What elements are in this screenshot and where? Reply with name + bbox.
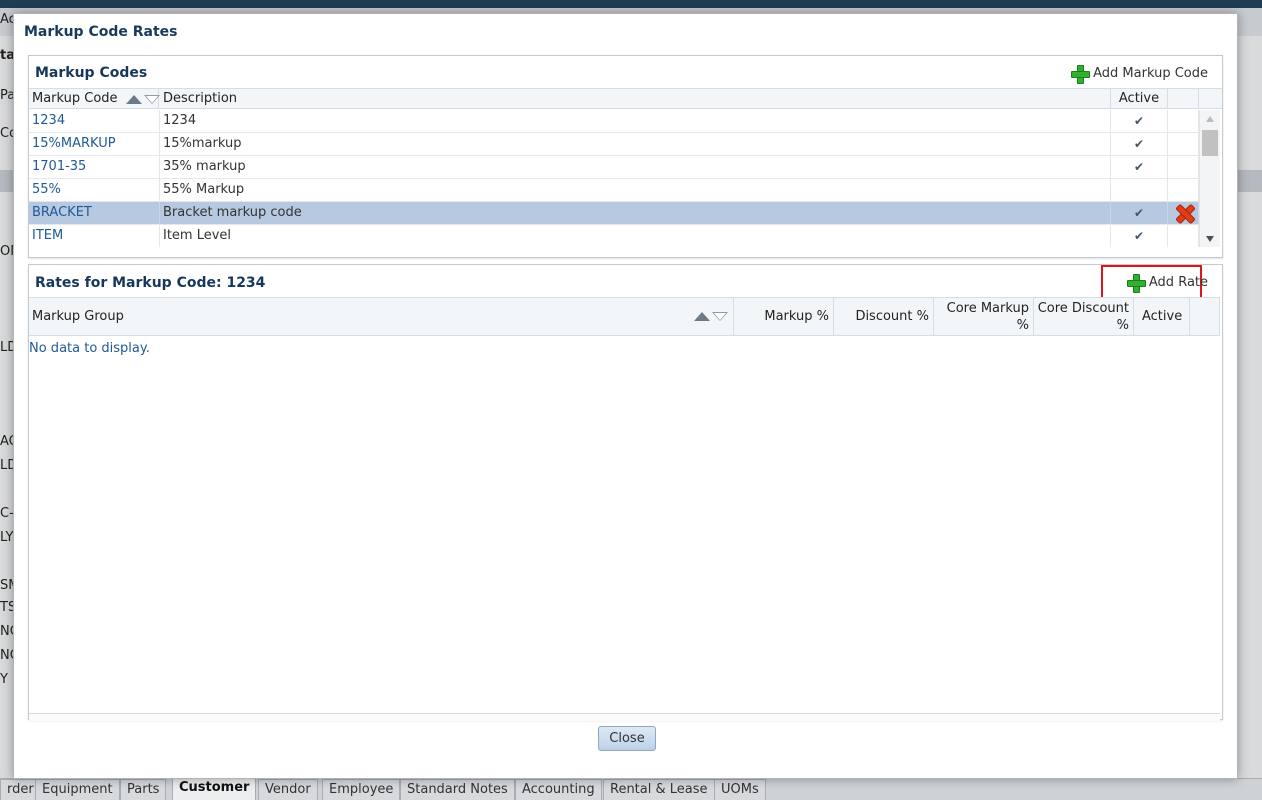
tab-uoms[interactable]: UOMs [714,779,766,800]
empty-rates-message: No data to display. [29,341,150,356]
markup-code-active-cell: ✔ [1111,133,1168,155]
markup-code-description: Item Level [160,225,1111,247]
markup-codes-panel: Markup Codes Add Markup Code Markup Code… [28,55,1223,258]
scroll-down-icon[interactable] [1206,236,1214,242]
tab-parts[interactable]: Parts [120,779,167,800]
tab-rental-lease[interactable]: Rental & Lease [603,779,715,800]
checkmark-icon: ✔ [1133,137,1145,151]
column-header-discount-percent[interactable]: Discount % [834,298,934,336]
rates-table-footer [29,713,1220,721]
markup-code-active-cell: ✔ [1111,202,1168,224]
dialog-title: Markup Code Rates [24,24,178,40]
column-header-markup-group[interactable]: Markup Group [29,298,734,336]
markup-code-actions-cell [1168,156,1199,178]
markup-code-active-cell: ✔ [1111,225,1168,247]
column-header-rate-actions [1190,298,1220,336]
tab-standard-notes[interactable]: Standard Notes [400,779,515,800]
sort-arrows-icon[interactable] [694,310,728,322]
markup-code-row[interactable]: BRACKET Bracket markup code ✔ [29,202,1199,225]
column-header-markup-percent[interactable]: Markup % [734,298,834,336]
checkmark-icon: ✔ [1133,206,1145,220]
markup-code-actions-cell [1168,179,1199,201]
background-right-band [1238,170,1262,192]
column-header-active[interactable]: Active [1111,89,1168,109]
markup-code-actions-cell [1168,225,1199,247]
markup-code-description: 55% Markup [160,179,1111,201]
tab-accounting[interactable]: Accounting [515,779,602,800]
column-header-markup-code[interactable]: Markup Code [29,89,160,109]
column-header-core-discount-percent[interactable]: Core Discount % [1034,298,1134,336]
markup-code-link[interactable]: 55% [29,179,160,201]
tab-employee[interactable]: Employee [322,779,401,800]
plus-icon [1071,65,1091,84]
column-header-core-markup-percent[interactable]: Core Markup % [934,298,1034,336]
markup-code-active-cell: ✔ [1111,156,1168,178]
checkmark-icon: ✔ [1133,229,1145,243]
add-markup-code-button[interactable]: Add Markup Code [1071,65,1208,84]
markup-code-active-cell [1111,179,1168,201]
markup-code-description: 15%markup [160,133,1111,155]
markup-code-row[interactable]: 1234 1234 ✔ [29,110,1199,133]
tab-equipment[interactable]: Equipment [35,779,120,800]
markup-code-row[interactable]: 1701-35 35% markup ✔ [29,156,1199,179]
markup-code-link[interactable]: 1701-35 [29,156,160,178]
markup-codes-title: Markup Codes [35,65,148,81]
column-header-actions [1168,89,1199,109]
markup-code-rates-dialog: Markup Code Rates Markup Codes Add Marku… [13,13,1238,779]
scroll-up-icon[interactable] [1206,116,1214,122]
markup-code-description: Bracket markup code [160,202,1111,224]
column-header-description[interactable]: Description [160,89,1111,109]
markup-codes-header: Markup Code Description Active [29,88,1222,109]
markup-codes-scrollbar[interactable] [1199,110,1220,247]
markup-code-link[interactable]: ITEM [29,225,160,247]
scroll-thumb[interactable] [1202,130,1218,156]
close-button[interactable]: Close [598,726,656,751]
sort-arrows-icon[interactable] [125,93,160,105]
rates-panel: Rates for Markup Code: 1234 Add Rate Mar… [28,264,1223,721]
rates-header: Markup Group Markup % Discount % Core Ma… [29,297,1220,336]
markup-code-row[interactable]: 55% 55% Markup [29,179,1199,202]
markup-code-actions-cell [1168,110,1199,132]
markup-codes-table: 1234 1234 ✔ 15%MARKUP 15%markup ✔ 1701-35 35% m… [29,110,1199,247]
column-header-rate-active[interactable]: Active [1134,298,1190,336]
markup-code-link[interactable]: 1234 [29,110,160,132]
markup-code-link[interactable]: 15%MARKUP [29,133,160,155]
rates-title: Rates for Markup Code: 1234 [35,275,266,291]
plus-icon [1126,274,1146,293]
markup-code-actions-cell [1168,133,1199,155]
tab-customer[interactable]: Customer [172,777,257,800]
markup-code-link[interactable]: BRACKET [29,202,160,224]
tab-vendor[interactable]: Vendor [258,779,318,800]
delete-x-icon[interactable] [1175,204,1193,222]
markup-code-description: 35% markup [160,156,1111,178]
markup-code-description: 1234 [160,110,1111,132]
markup-code-row[interactable]: 15%MARKUP 15%markup ✔ [29,133,1199,156]
add-markup-code-label: Add Markup Code [1093,66,1208,81]
app-top-bar [0,0,1262,8]
markup-code-active-cell: ✔ [1111,110,1168,132]
checkmark-icon: ✔ [1133,160,1145,174]
add-rate-label: Add Rate [1148,275,1208,290]
add-rate-button[interactable]: Add Rate [1126,274,1208,293]
markup-code-row[interactable]: ITEM Item Level ✔ [29,225,1199,247]
checkmark-icon: ✔ [1133,114,1145,128]
